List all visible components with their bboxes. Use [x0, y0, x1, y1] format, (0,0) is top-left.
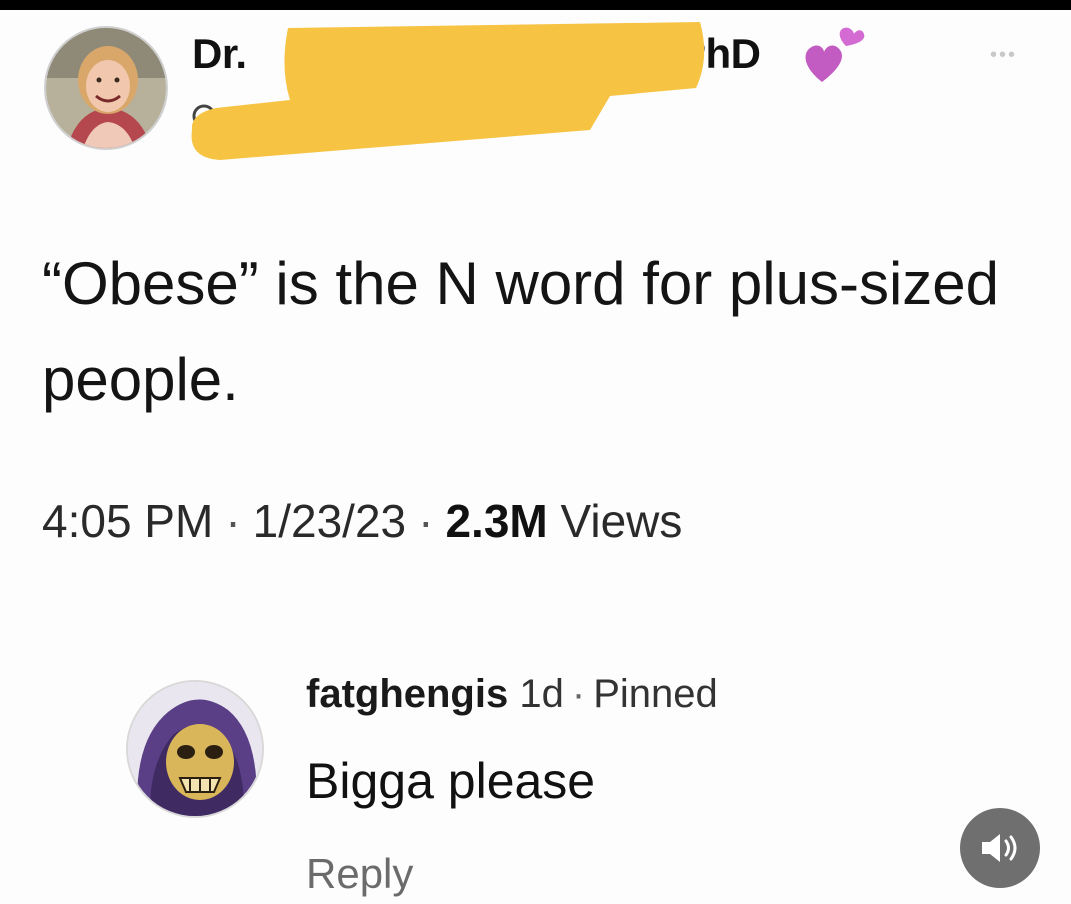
top-bar [0, 0, 1071, 10]
tweet-text: “Obese” is the N word for plus-sized peo… [42, 250, 1000, 413]
author-avatar[interactable] [44, 26, 168, 150]
comment-header: fatghengis 1d · Pinned [306, 672, 718, 717]
reply-button[interactable]: Reply [306, 850, 413, 898]
tweet-meta: 4:05 PM · 1/23/23 · 2.3M Views [42, 494, 682, 548]
heart-icon [805, 27, 865, 82]
views-label: Views [560, 495, 683, 547]
comment-username[interactable]: fatghengis [306, 672, 508, 716]
commenter-avatar[interactable] [126, 680, 264, 818]
sound-toggle-button[interactable] [960, 808, 1040, 888]
separator-dot: · [225, 495, 241, 547]
post-screenshot: Dr. PhD ••• “Obese” is the N word for pl… [0, 0, 1071, 904]
tweet-date: 1/23/23 [252, 495, 407, 547]
comment-text: Bigga please [306, 753, 596, 809]
comment-age: 1d [519, 672, 564, 716]
redaction-mark [191, 22, 705, 160]
tweet-time: 4:05 PM [42, 495, 214, 547]
speaker-icon [982, 834, 1017, 862]
more-options-icon[interactable]: ••• [990, 44, 1017, 67]
separator-dot: · [418, 495, 434, 547]
views-count: 2.3M [445, 495, 548, 547]
separator-dot: · [571, 672, 586, 716]
pinned-label: Pinned [593, 672, 718, 716]
